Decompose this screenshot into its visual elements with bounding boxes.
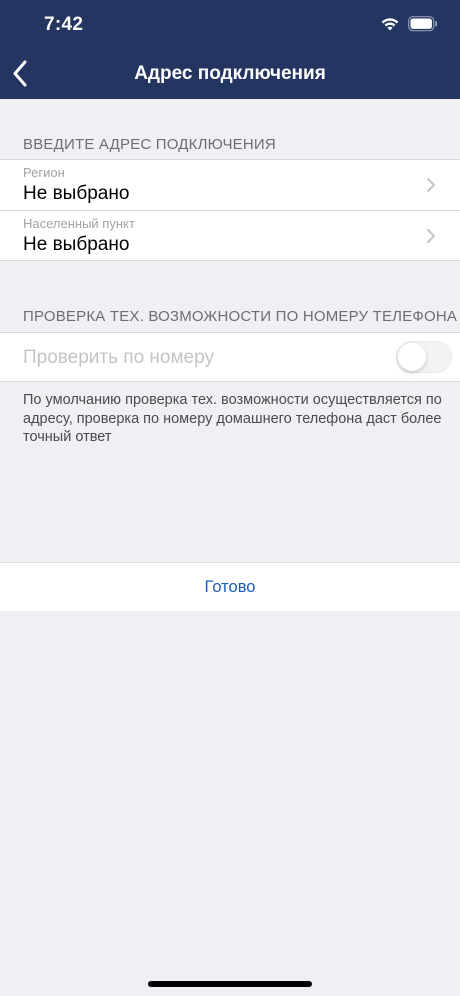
- home-indicator: [148, 981, 312, 987]
- chevron-right-icon: [426, 228, 436, 244]
- chevron-right-icon: [426, 177, 436, 193]
- address-list: Регион Не выбрано Населенный пункт Не вы…: [0, 159, 460, 261]
- address-section-header: ВВЕДИТЕ АДРЕС ПОДКЛЮЧЕНИЯ: [23, 136, 276, 153]
- check-by-phone-label: Проверить по номеру: [23, 347, 214, 368]
- check-by-phone-row: Проверить по номеру: [0, 333, 460, 381]
- done-bar: Готово: [0, 562, 460, 611]
- locality-label: Населенный пункт: [23, 216, 135, 231]
- phone-check-list: Проверить по номеру: [0, 332, 460, 382]
- status-time: 7:42: [44, 14, 84, 35]
- page-title: Адрес подключения: [134, 63, 326, 84]
- toggle-knob: [398, 343, 426, 371]
- region-row[interactable]: Регион Не выбрано: [0, 160, 460, 210]
- locality-row[interactable]: Населенный пункт Не выбрано: [0, 210, 460, 260]
- phone-check-footer-note: По умолчанию проверка тех. возможности о…: [23, 392, 442, 445]
- wifi-icon: [381, 18, 399, 31]
- region-label: Регион: [23, 165, 65, 180]
- phone-section-header: ПРОВЕРКА ТЕХ. ВОЗМОЖНОСТИ ПО НОМЕРУ ТЕЛЕ…: [23, 308, 458, 325]
- done-button[interactable]: Готово: [0, 578, 460, 597]
- region-value: Не выбрано: [23, 183, 130, 204]
- locality-value: Не выбрано: [23, 234, 130, 255]
- nav-header: 7:42 Адрес подключения: [0, 0, 460, 99]
- screen: 7:42 Адрес подключения ВВЕДИТЕ АДРЕС ПОД…: [0, 0, 460, 996]
- check-by-phone-toggle[interactable]: [396, 341, 452, 373]
- battery-icon: [408, 16, 437, 32]
